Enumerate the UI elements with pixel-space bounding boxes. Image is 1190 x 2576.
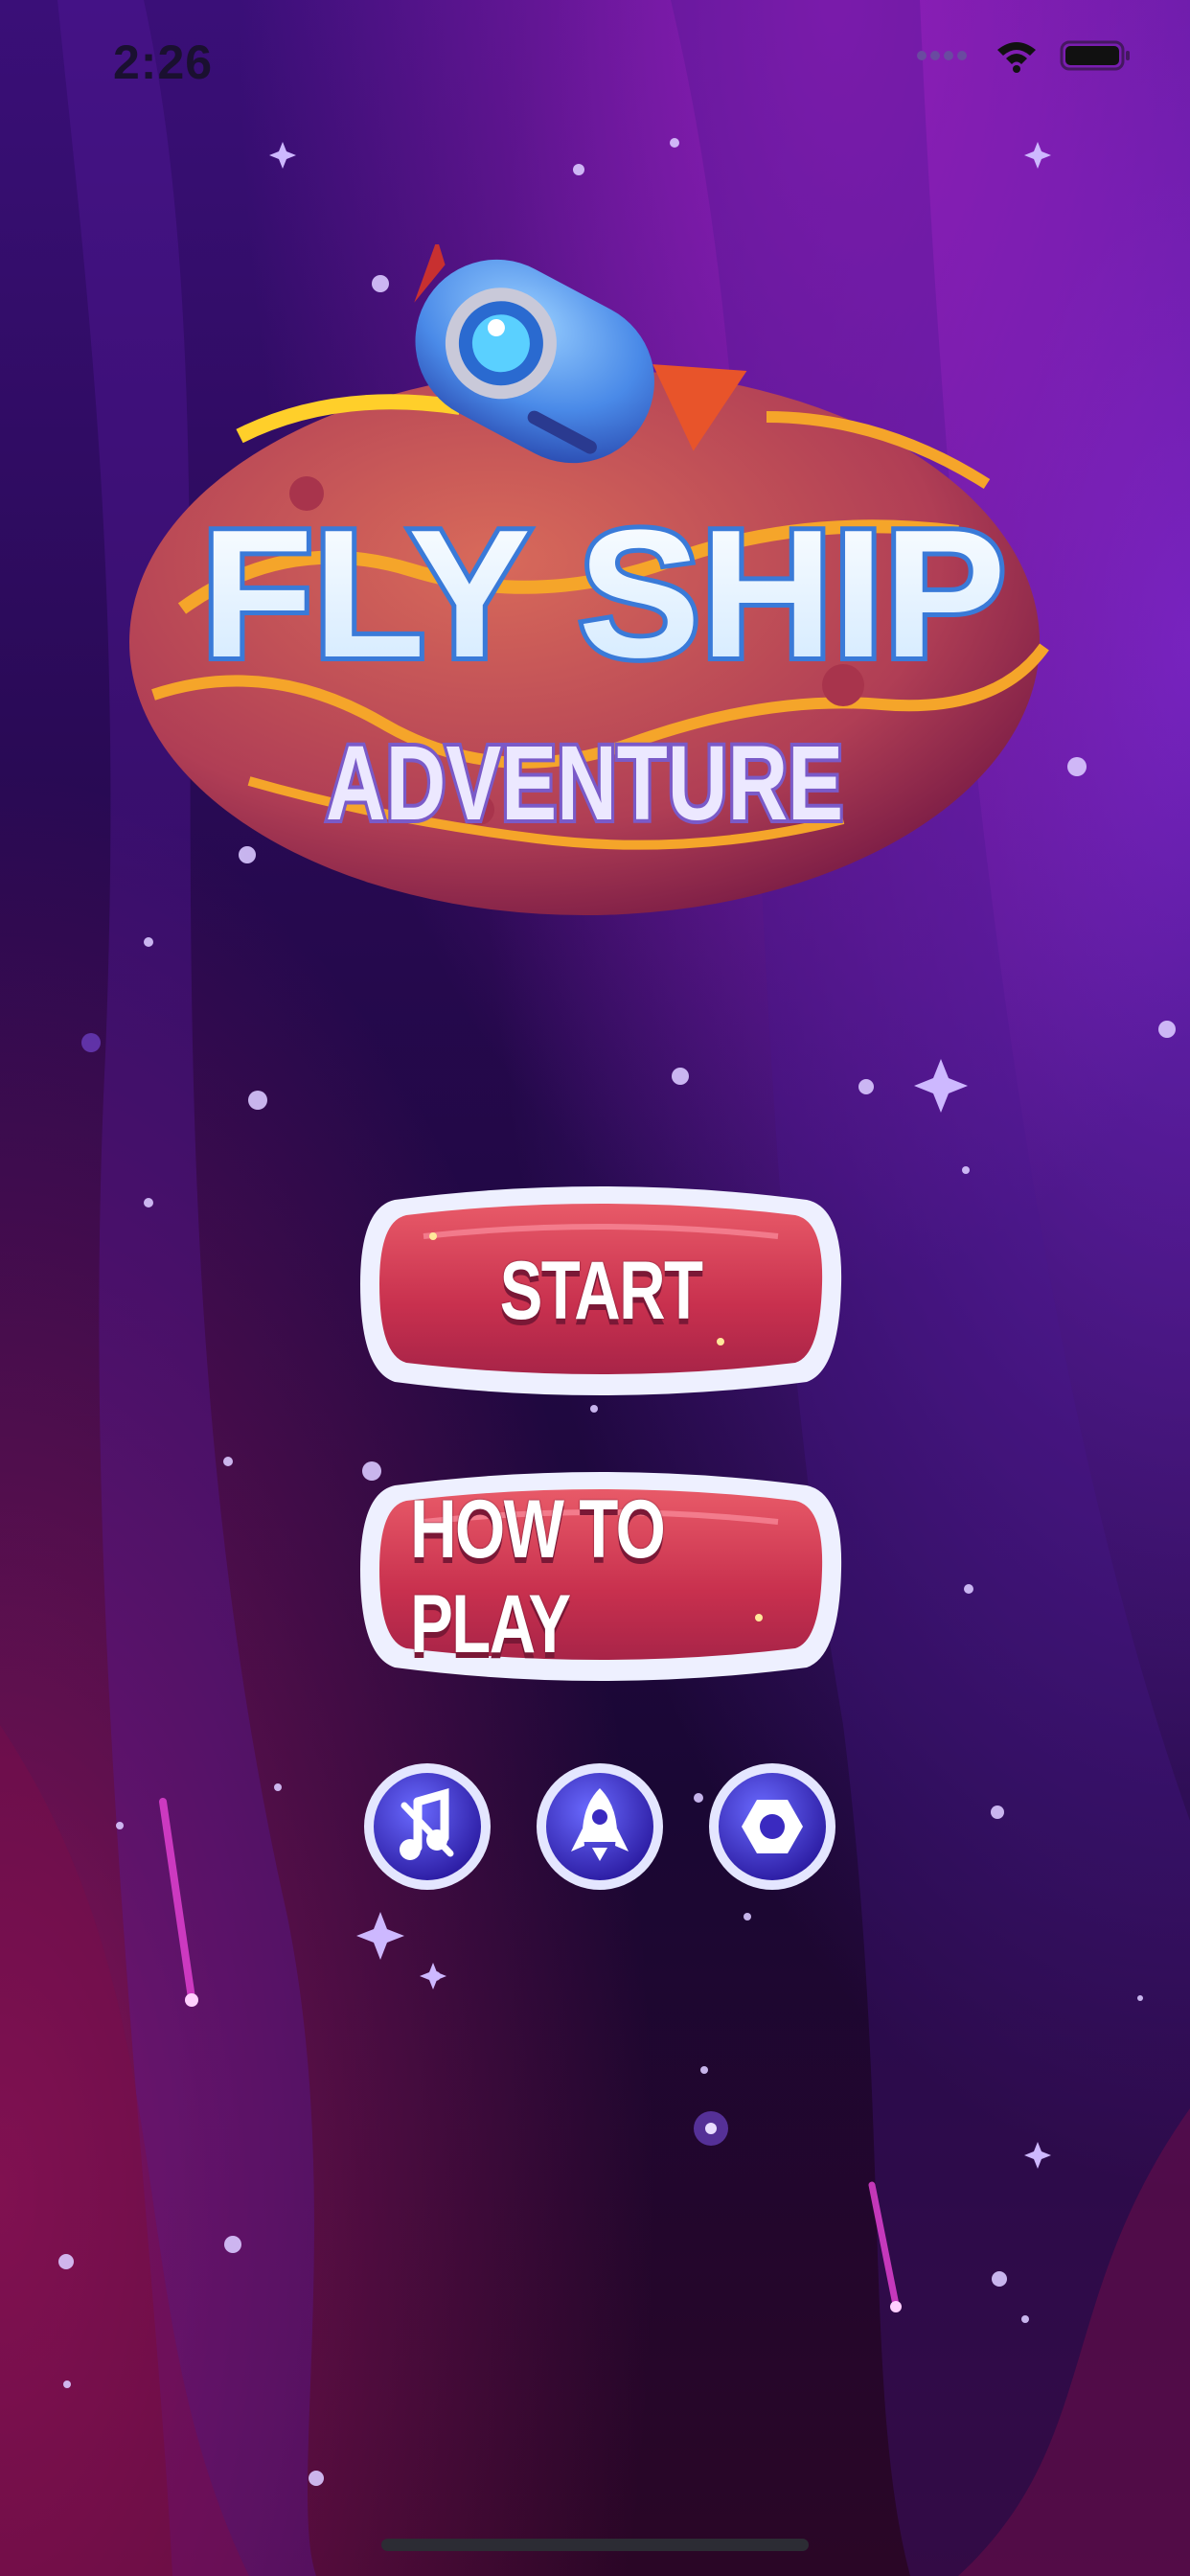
wifi-icon [997, 42, 1036, 73]
settings-hexagon-icon [709, 1763, 835, 1890]
rocket-icon [537, 1763, 663, 1890]
start-button-label: START [499, 1245, 703, 1337]
logo-subtitle: ADVENTURE [326, 724, 843, 842]
settings-button[interactable] [707, 1761, 837, 1892]
game-logo: FLY SHIP ADVENTURE [129, 244, 1049, 915]
battery-icon [1060, 40, 1130, 71]
home-indicator[interactable] [381, 2539, 809, 2551]
logo-title: FLY SHIP [201, 493, 1006, 696]
music-toggle-button[interactable] [362, 1761, 492, 1892]
start-button[interactable]: START [356, 1179, 845, 1404]
rocket-select-button[interactable] [535, 1761, 665, 1892]
status-icons [916, 38, 1133, 73]
how-to-play-button[interactable]: HOW TO PLAY [356, 1464, 845, 1690]
status-time: 2:26 [113, 35, 214, 89]
how-to-play-button-label: HOW TO PLAY [410, 1483, 666, 1670]
music-note-icon [364, 1763, 491, 1890]
signal-dots-icon [917, 51, 967, 60]
